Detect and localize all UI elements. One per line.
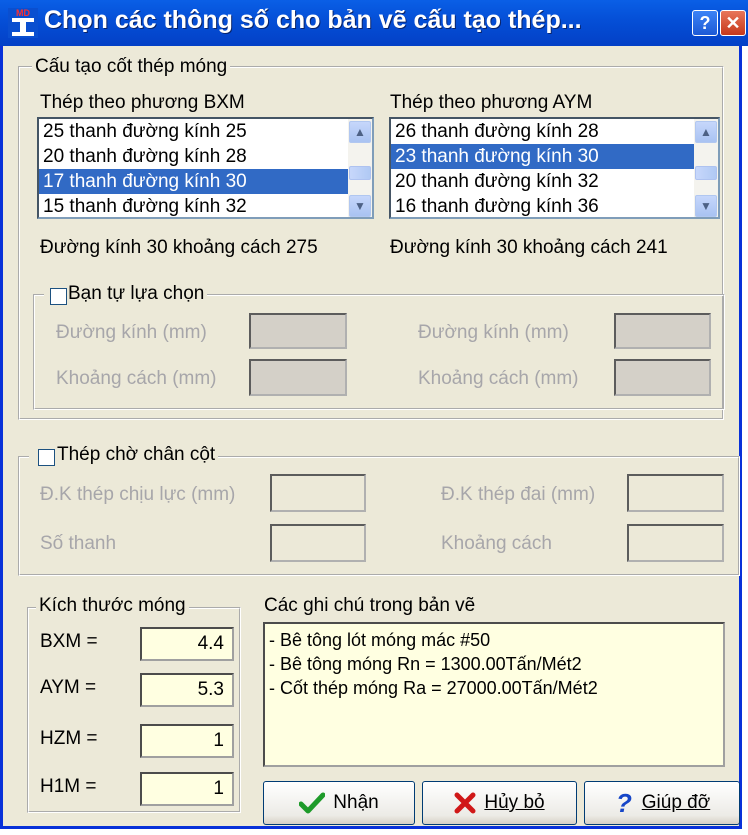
title-bar[interactable]: MD Chọn các thông số cho bản vẽ cấu tạo … xyxy=(0,0,748,46)
scroll-thumb[interactable] xyxy=(349,166,371,180)
column-steel-label: Thép chờ chân cột xyxy=(57,444,216,465)
column-steel-legend-wrap: Thép chờ chân cột xyxy=(29,444,219,466)
stirrup-spacing-label: Khoảng cách xyxy=(441,533,552,554)
checkmark-icon xyxy=(299,792,326,814)
custom-spacing-label-1: Khoảng cách (mm) xyxy=(56,368,217,389)
size-field-label: HZM = xyxy=(40,728,98,749)
bxm-scrollbar[interactable]: ▲ ▼ xyxy=(348,119,372,217)
cancel-button-label: Hủy bỏ xyxy=(484,792,545,813)
bxm-listbox[interactable]: 25 thanh đường kính 25 20 thanh đường kín… xyxy=(37,117,374,219)
aym-scrollbar[interactable]: ▲ ▼ xyxy=(694,119,718,217)
title-help-button[interactable]: ? xyxy=(692,10,718,36)
scroll-down-icon[interactable]: ▼ xyxy=(349,195,371,217)
notes-label: Các ghi chú trong bản vẽ xyxy=(264,595,476,616)
stirrup-diameter-input[interactable] xyxy=(627,474,724,512)
custom-spacing-input-2[interactable] xyxy=(614,359,711,396)
red-x-icon xyxy=(454,792,476,814)
note-line: - Bê tông móng Rn = 1300.00Tấn/Mét2 xyxy=(269,654,582,674)
window-title: Chọn các thông số cho bản vẽ cấu tạo thé… xyxy=(44,6,582,34)
list-item[interactable]: 23 thanh đường kính 30 xyxy=(391,144,718,169)
stirrup-spacing-input[interactable] xyxy=(627,524,724,562)
bxm-list-label: Thép theo phương BXM xyxy=(40,92,245,113)
custom-diameter-label-1: Đường kính (mm) xyxy=(56,322,207,343)
column-steel-checkbox[interactable] xyxy=(38,449,55,466)
size-field-input[interactable]: 1 xyxy=(140,772,234,806)
size-field-input[interactable]: 4.4 xyxy=(140,627,234,661)
custom-spacing-label-2: Khoảng cách (mm) xyxy=(418,368,579,389)
size-field-label: H1M = xyxy=(40,776,97,797)
bar-count-input[interactable] xyxy=(270,524,366,562)
cancel-button[interactable]: Hủy bỏ xyxy=(422,781,577,825)
aym-list-items: 26 thanh đường kính 28 23 thanh đường kín… xyxy=(391,119,718,217)
list-item[interactable]: 20 thanh đường kính 28 xyxy=(39,144,372,169)
scroll-up-icon[interactable]: ▲ xyxy=(349,121,371,143)
custom-diameter-input-2[interactable] xyxy=(614,313,711,349)
size-field-input[interactable]: 5.3 xyxy=(140,673,234,707)
custom-diameter-input-1[interactable] xyxy=(249,313,347,349)
foundation-size-legend: Kích thước móng xyxy=(36,595,189,617)
scroll-down-icon[interactable]: ▼ xyxy=(695,195,717,217)
aym-info: Đường kính 30 khoảng cách 241 xyxy=(390,237,668,258)
aym-listbox[interactable]: 26 thanh đường kính 28 23 thanh đường kín… xyxy=(389,117,720,219)
list-item[interactable]: 16 thanh đường kính 36 xyxy=(391,194,718,217)
blue-question-icon: ? xyxy=(616,790,632,816)
notes-textarea[interactable]: - Bê tông lót móng mác #50 - Bê tông móng… xyxy=(263,622,725,767)
custom-diameter-label-2: Đường kính (mm) xyxy=(418,322,569,343)
help-button-label: Giúp đỡ xyxy=(641,792,711,813)
size-field-label: AYM = xyxy=(40,677,97,698)
notes-lines: - Bê tông lót móng mác #50 - Bê tông móng… xyxy=(269,628,719,700)
custom-spacing-input-1[interactable] xyxy=(249,359,347,396)
size-field-label: BXM = xyxy=(40,631,98,652)
list-item[interactable]: 20 thanh đường kính 32 xyxy=(391,169,718,194)
title-close-button[interactable]: ✕ xyxy=(720,10,746,36)
bar-count-label: Số thanh xyxy=(40,533,117,554)
custom-choice-checkbox[interactable] xyxy=(50,288,67,305)
stirrup-diameter-label: Đ.K thép đai (mm) xyxy=(441,484,596,505)
ok-button-label: Nhận xyxy=(333,792,379,813)
note-line: - Cốt thép móng Ra = 27000.00Tấn/Mét2 xyxy=(269,678,598,698)
scroll-thumb[interactable] xyxy=(695,166,717,180)
main-bar-diameter-input[interactable] xyxy=(270,474,366,512)
scroll-up-icon[interactable]: ▲ xyxy=(695,121,717,143)
custom-choice-legend-wrap: Bạn tự lựa chọn xyxy=(44,283,208,305)
svg-text:?: ? xyxy=(616,790,632,816)
list-item[interactable]: 17 thanh đường kính 30 xyxy=(39,169,372,194)
list-item[interactable]: 26 thanh đường kính 28 xyxy=(391,119,718,144)
main-steel-legend: Cấu tạo cốt thép móng xyxy=(32,56,231,78)
bxm-info: Đường kính 30 khoảng cách 275 xyxy=(40,237,318,258)
svg-text:MD: MD xyxy=(16,8,30,18)
aym-list-label: Thép theo phương AYM xyxy=(390,92,593,113)
bxm-list-items: 25 thanh đường kính 25 20 thanh đường kín… xyxy=(39,119,372,217)
help-button[interactable]: ? Giúp đỡ xyxy=(584,781,740,825)
ok-button[interactable]: Nhận xyxy=(263,781,415,825)
main-bar-diameter-label: Đ.K thép chịu lực (mm) xyxy=(40,484,236,505)
list-item[interactable]: 15 thanh đường kính 32 xyxy=(39,194,372,217)
size-field-input[interactable]: 1 xyxy=(140,724,234,758)
note-line: - Bê tông lót móng mác #50 xyxy=(269,630,491,650)
list-item[interactable]: 25 thanh đường kính 25 xyxy=(39,119,372,144)
app-icon: MD xyxy=(8,8,38,38)
custom-choice-label: Bạn tự lựa chọn xyxy=(68,283,205,304)
